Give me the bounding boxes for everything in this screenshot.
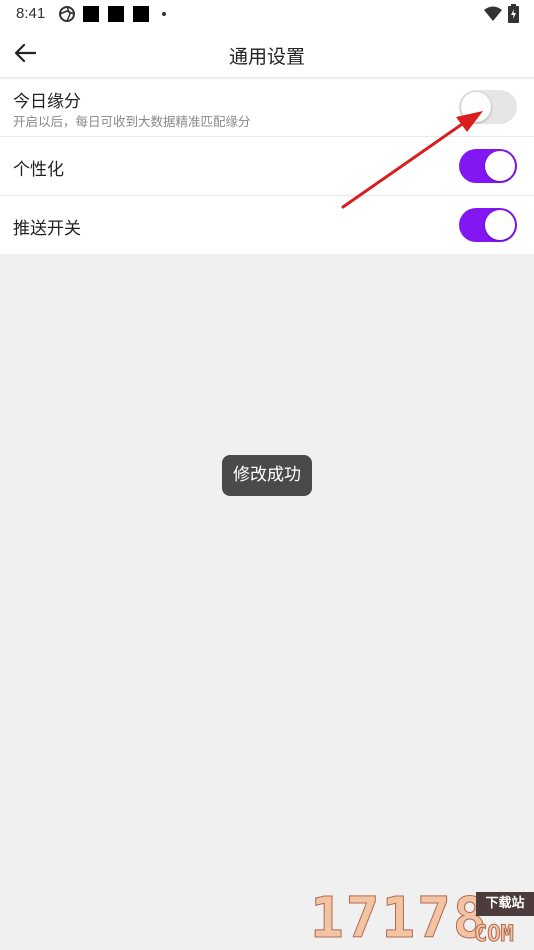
watermark-suffix: COM	[474, 922, 515, 948]
settings-list: 今日缘分 开启以后，每日可收到大数据精准匹配缘分 个性化 推送开关	[0, 79, 534, 254]
status-bar: 8:41	[0, 0, 534, 28]
notification-block-icon	[108, 6, 124, 22]
setting-row-personalization[interactable]: 个性化	[0, 137, 534, 196]
dot-icon	[162, 12, 166, 16]
status-time: 8:41	[16, 5, 46, 22]
setting-row-today-fate[interactable]: 今日缘分 开启以后，每日可收到大数据精准匹配缘分	[0, 79, 534, 137]
battery-charging-icon	[508, 4, 519, 23]
toggle-knob	[485, 151, 515, 181]
setting-subtitle: 开启以后，每日可收到大数据精准匹配缘分	[13, 114, 251, 129]
today-fate-toggle[interactable]	[459, 90, 517, 124]
site-watermark-logo: 17178 下载站 COM	[310, 886, 534, 950]
watermark-digits: 17178	[310, 886, 489, 950]
setting-row-push[interactable]: 推送开关	[0, 196, 534, 254]
notification-block-icon	[83, 6, 99, 22]
setting-title: 推送开关	[13, 219, 81, 239]
aperture-icon	[59, 6, 75, 22]
toggle-knob	[485, 210, 515, 240]
toggle-knob	[461, 92, 491, 122]
page-title: 通用设置	[228, 46, 305, 68]
watermark-badge: 下载站	[476, 892, 534, 916]
notification-block-icon	[133, 6, 149, 22]
push-toggle[interactable]	[459, 208, 517, 242]
setting-title: 今日缘分	[13, 92, 81, 112]
wifi-icon	[484, 6, 502, 21]
setting-title: 个性化	[13, 160, 64, 180]
personalization-toggle[interactable]	[459, 149, 517, 183]
app-bar: 通用设置	[0, 28, 534, 78]
toast-message: 修改成功	[222, 455, 312, 496]
